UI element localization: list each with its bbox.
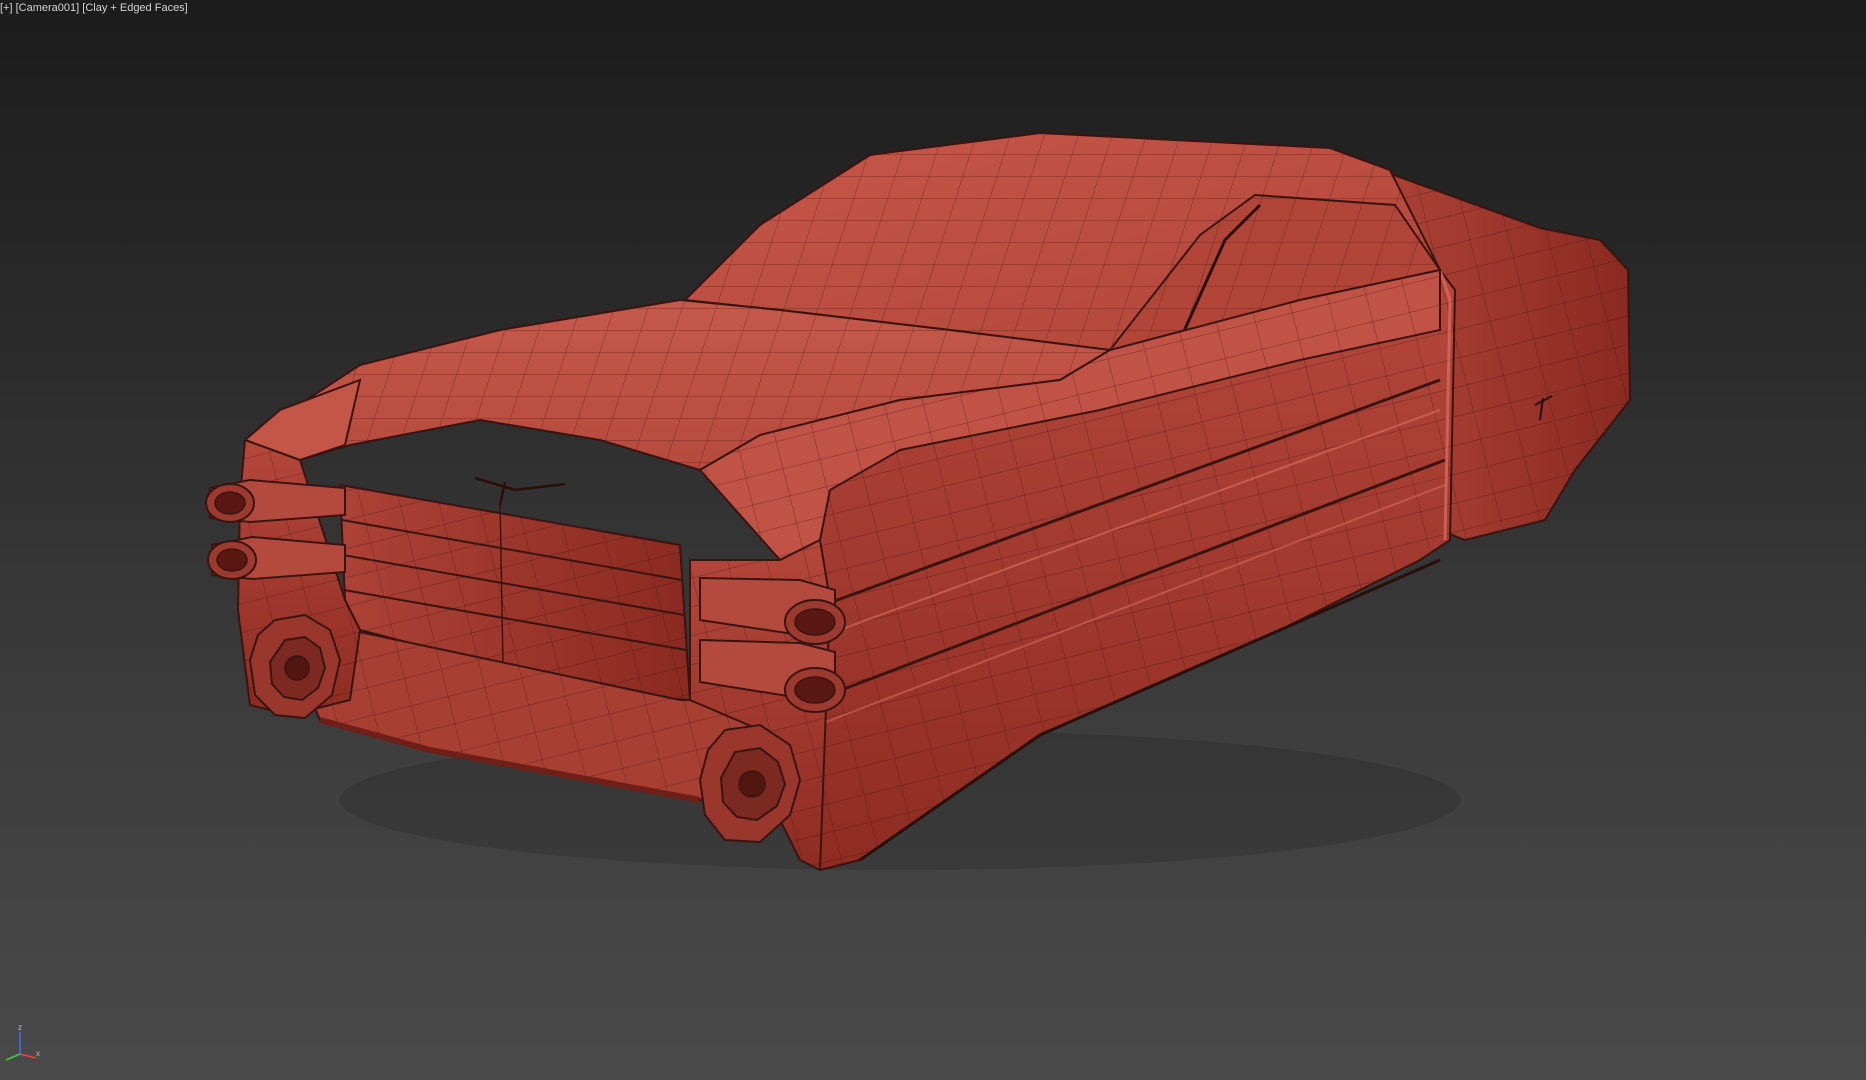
hood-emblem — [474, 476, 566, 506]
axis-gizmo-icon: z x — [5, 1023, 40, 1061]
axis-x-label: x — [36, 1049, 40, 1058]
axis-z-label: z — [18, 1023, 22, 1032]
3d-viewport[interactable]: [+] [Camera001] [Clay + Edged Faces] z x — [0, 0, 1866, 1080]
car-model[interactable] — [0, 0, 1866, 1080]
